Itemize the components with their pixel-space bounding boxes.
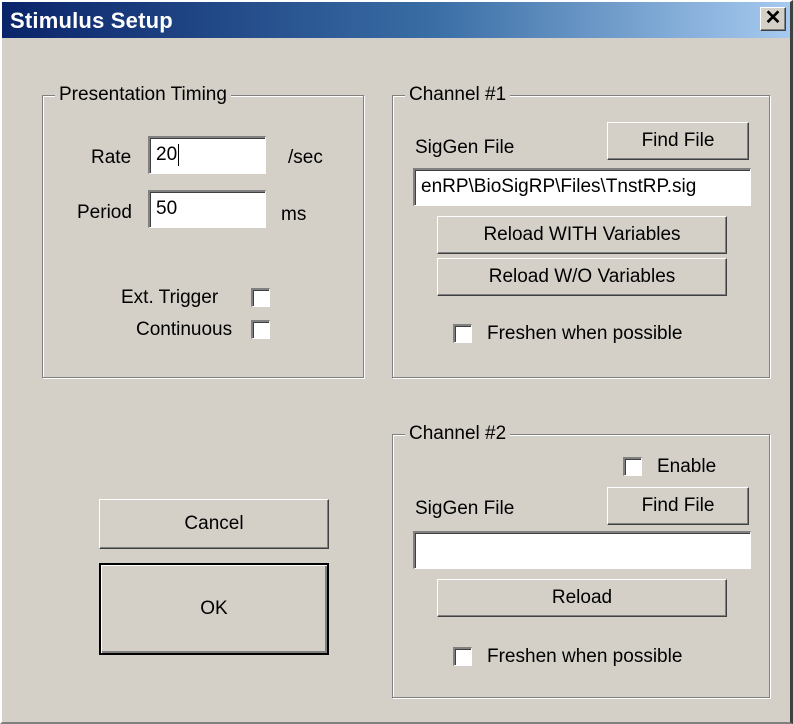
ch1-find-file-label: Find File — [641, 130, 715, 151]
title-bar[interactable]: Stimulus Setup ✕ — [2, 2, 790, 38]
ch1-freshen-label: Freshen when possible — [487, 323, 683, 344]
channel-2-legend: Channel #2 — [405, 423, 511, 445]
presentation-timing-legend: Presentation Timing — [55, 84, 231, 106]
ok-button[interactable]: OK — [99, 563, 329, 655]
ch2-freshen-label: Freshen when possible — [487, 646, 683, 667]
ch2-enable-label: Enable — [657, 456, 717, 477]
channel-1-legend: Channel #1 — [405, 84, 511, 106]
period-input[interactable]: 50 — [148, 190, 266, 228]
ch1-file-path-input[interactable]: enRP\BioSigRP\Files\TnstRP.sig — [413, 168, 751, 206]
cancel-label: Cancel — [184, 513, 244, 534]
close-button[interactable]: ✕ — [760, 7, 786, 31]
period-unit: ms — [281, 204, 307, 225]
ch1-find-file-button[interactable]: Find File — [607, 122, 749, 160]
ch2-file-path-input[interactable] — [413, 531, 751, 569]
window-title: Stimulus Setup — [10, 8, 173, 33]
reload-with-variables-button[interactable]: Reload WITH Variables — [437, 216, 727, 254]
ch1-freshen-checkbox[interactable] — [453, 324, 472, 343]
continuous-label: Continuous — [136, 319, 233, 340]
ok-label: OK — [200, 598, 228, 619]
ch2-find-file-button[interactable]: Find File — [607, 487, 749, 525]
continuous-checkbox[interactable] — [251, 320, 270, 339]
stimulus-setup-dialog: Stimulus Setup ✕ Presentation Timing Rat… — [0, 0, 793, 724]
period-label: Period — [77, 202, 132, 223]
reload-without-variables-label: Reload W/O Variables — [488, 266, 676, 287]
channel-2-group: Channel #2 Enable SigGen File Find File … — [392, 423, 770, 698]
period-value: 50 — [156, 198, 178, 219]
ch2-freshen-checkbox[interactable] — [453, 647, 472, 666]
ext-trigger-checkbox[interactable] — [251, 288, 270, 307]
presentation-timing-group: Presentation Timing Rate 20 /sec Period … — [42, 84, 364, 378]
rate-input[interactable]: 20 — [148, 136, 266, 174]
reload-with-variables-label: Reload WITH Variables — [483, 224, 681, 245]
ch1-siggen-label: SigGen File — [415, 137, 515, 158]
channel-1-group: Channel #1 SigGen File Find File enRP\Bi… — [392, 84, 770, 378]
text-caret — [178, 143, 180, 166]
rate-unit: /sec — [288, 147, 323, 168]
rate-label: Rate — [91, 147, 132, 168]
ch2-enable-checkbox[interactable] — [623, 457, 642, 476]
ext-trigger-label: Ext. Trigger — [121, 287, 219, 308]
ch2-find-file-label: Find File — [641, 495, 715, 516]
reload-without-variables-button[interactable]: Reload W/O Variables — [437, 258, 727, 296]
ch2-reload-button[interactable]: Reload — [437, 579, 727, 617]
cancel-button[interactable]: Cancel — [99, 499, 329, 549]
ch2-reload-label: Reload — [551, 587, 613, 608]
ch2-siggen-label: SigGen File — [415, 498, 515, 519]
close-icon: ✕ — [764, 7, 782, 29]
ch1-file-path-value: enRP\BioSigRP\Files\TnstRP.sig — [421, 176, 697, 197]
rate-value: 20 — [156, 144, 178, 165]
